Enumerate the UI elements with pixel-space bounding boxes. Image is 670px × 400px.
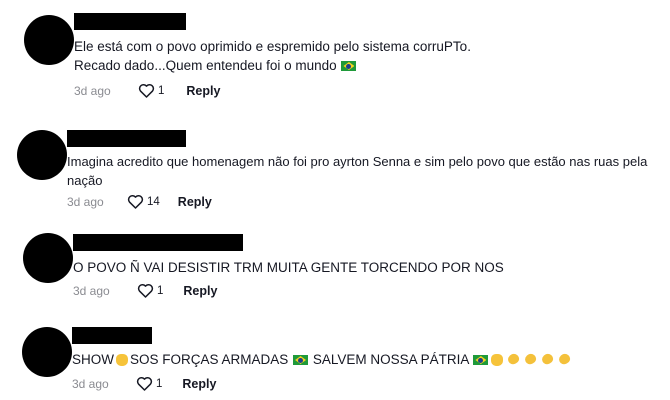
like-count: 14 — [147, 195, 160, 208]
comment-text: Ele está com o povo oprimido e espremido… — [74, 37, 471, 75]
comment-text: SHOW SOS FORÇAS ARMADAS SALVEM NOSSA PÁTR… — [72, 350, 573, 369]
comment-line: Ele está com o povo oprimido e espremido… — [74, 39, 471, 54]
redacted-username — [67, 130, 186, 147]
reply-button[interactable]: Reply — [178, 195, 212, 209]
like-button[interactable]: 1 — [138, 83, 164, 98]
comment-meta: 3d ago 1 Reply — [73, 283, 217, 298]
heart-outline-icon — [137, 283, 154, 298]
comment-meta: 3d ago 1 Reply — [72, 376, 216, 391]
like-count: 1 — [156, 377, 163, 390]
comment-item-2: Imagina acredito que homenagem não foi p… — [0, 120, 670, 220]
comment-text: Imagina acredito que homenagem não foi p… — [67, 152, 647, 190]
heart-outline-icon — [136, 376, 153, 391]
comment-date: 3d ago — [74, 83, 111, 98]
heart-outline-icon — [127, 194, 144, 209]
heart-outline-icon — [138, 83, 155, 98]
comment-line: SHOW SOS FORÇAS ARMADAS SALVEM NOSSA PÁTR… — [72, 350, 573, 369]
comment-text-part: SOS FORÇAS ARMADAS — [130, 352, 289, 367]
clapping-hands-icon — [523, 352, 538, 366]
comment-date: 3d ago — [72, 376, 109, 391]
redacted-username — [72, 327, 152, 344]
comment-item-1: Ele está com o povo oprimido e espremido… — [0, 0, 670, 110]
comment-line: O POVO Ñ VAI DESISTIR TRM MUITA GENTE TO… — [73, 260, 504, 275]
brazil-flag-icon — [293, 355, 309, 365]
clapping-hands-icon — [557, 352, 572, 366]
comment-item-4: SHOW SOS FORÇAS ARMADAS SALVEM NOSSA PÁTR… — [0, 318, 670, 400]
clapping-hands-icon — [540, 352, 555, 366]
comment-line: Imagina acredito que homenagem não foi p… — [67, 154, 648, 169]
avatar[interactable] — [22, 327, 72, 377]
comment-text-part: SHOW — [72, 352, 114, 367]
brazil-flag-icon — [341, 61, 357, 71]
comment-date: 3d ago — [73, 283, 110, 298]
avatar[interactable] — [17, 130, 67, 180]
comment-meta: 3d ago 14 Reply — [67, 194, 212, 209]
brazil-flag-icon — [473, 355, 489, 365]
comment-line: nação — [67, 173, 103, 188]
comment-line-text: Recado dado...Quem entendeu foi o mundo — [74, 58, 337, 73]
like-button[interactable]: 14 — [127, 194, 160, 209]
avatar[interactable] — [23, 233, 73, 283]
comment-meta: 3d ago 1 Reply — [74, 83, 220, 98]
comment-text-part: SALVEM NOSSA PÁTRIA — [312, 352, 469, 367]
raised-hands-icon — [115, 352, 129, 366]
redacted-username — [73, 234, 243, 251]
comment-text: O POVO Ñ VAI DESISTIR TRM MUITA GENTE TO… — [73, 258, 504, 277]
reply-button[interactable]: Reply — [182, 377, 216, 391]
like-button[interactable]: 1 — [137, 283, 163, 298]
like-count: 1 — [157, 284, 164, 297]
comment-item-3: O POVO Ñ VAI DESISTIR TRM MUITA GENTE TO… — [0, 225, 670, 315]
like-button[interactable]: 1 — [136, 376, 162, 391]
clapping-hands-icon — [506, 352, 521, 366]
raised-hands-icon — [490, 352, 504, 366]
reply-button[interactable]: Reply — [186, 84, 220, 98]
comment-date: 3d ago — [67, 194, 104, 209]
comment-line: Recado dado...Quem entendeu foi o mundo — [74, 56, 471, 75]
redacted-username — [74, 13, 186, 30]
like-count: 1 — [158, 84, 165, 97]
reply-button[interactable]: Reply — [183, 284, 217, 298]
avatar[interactable] — [24, 15, 74, 65]
